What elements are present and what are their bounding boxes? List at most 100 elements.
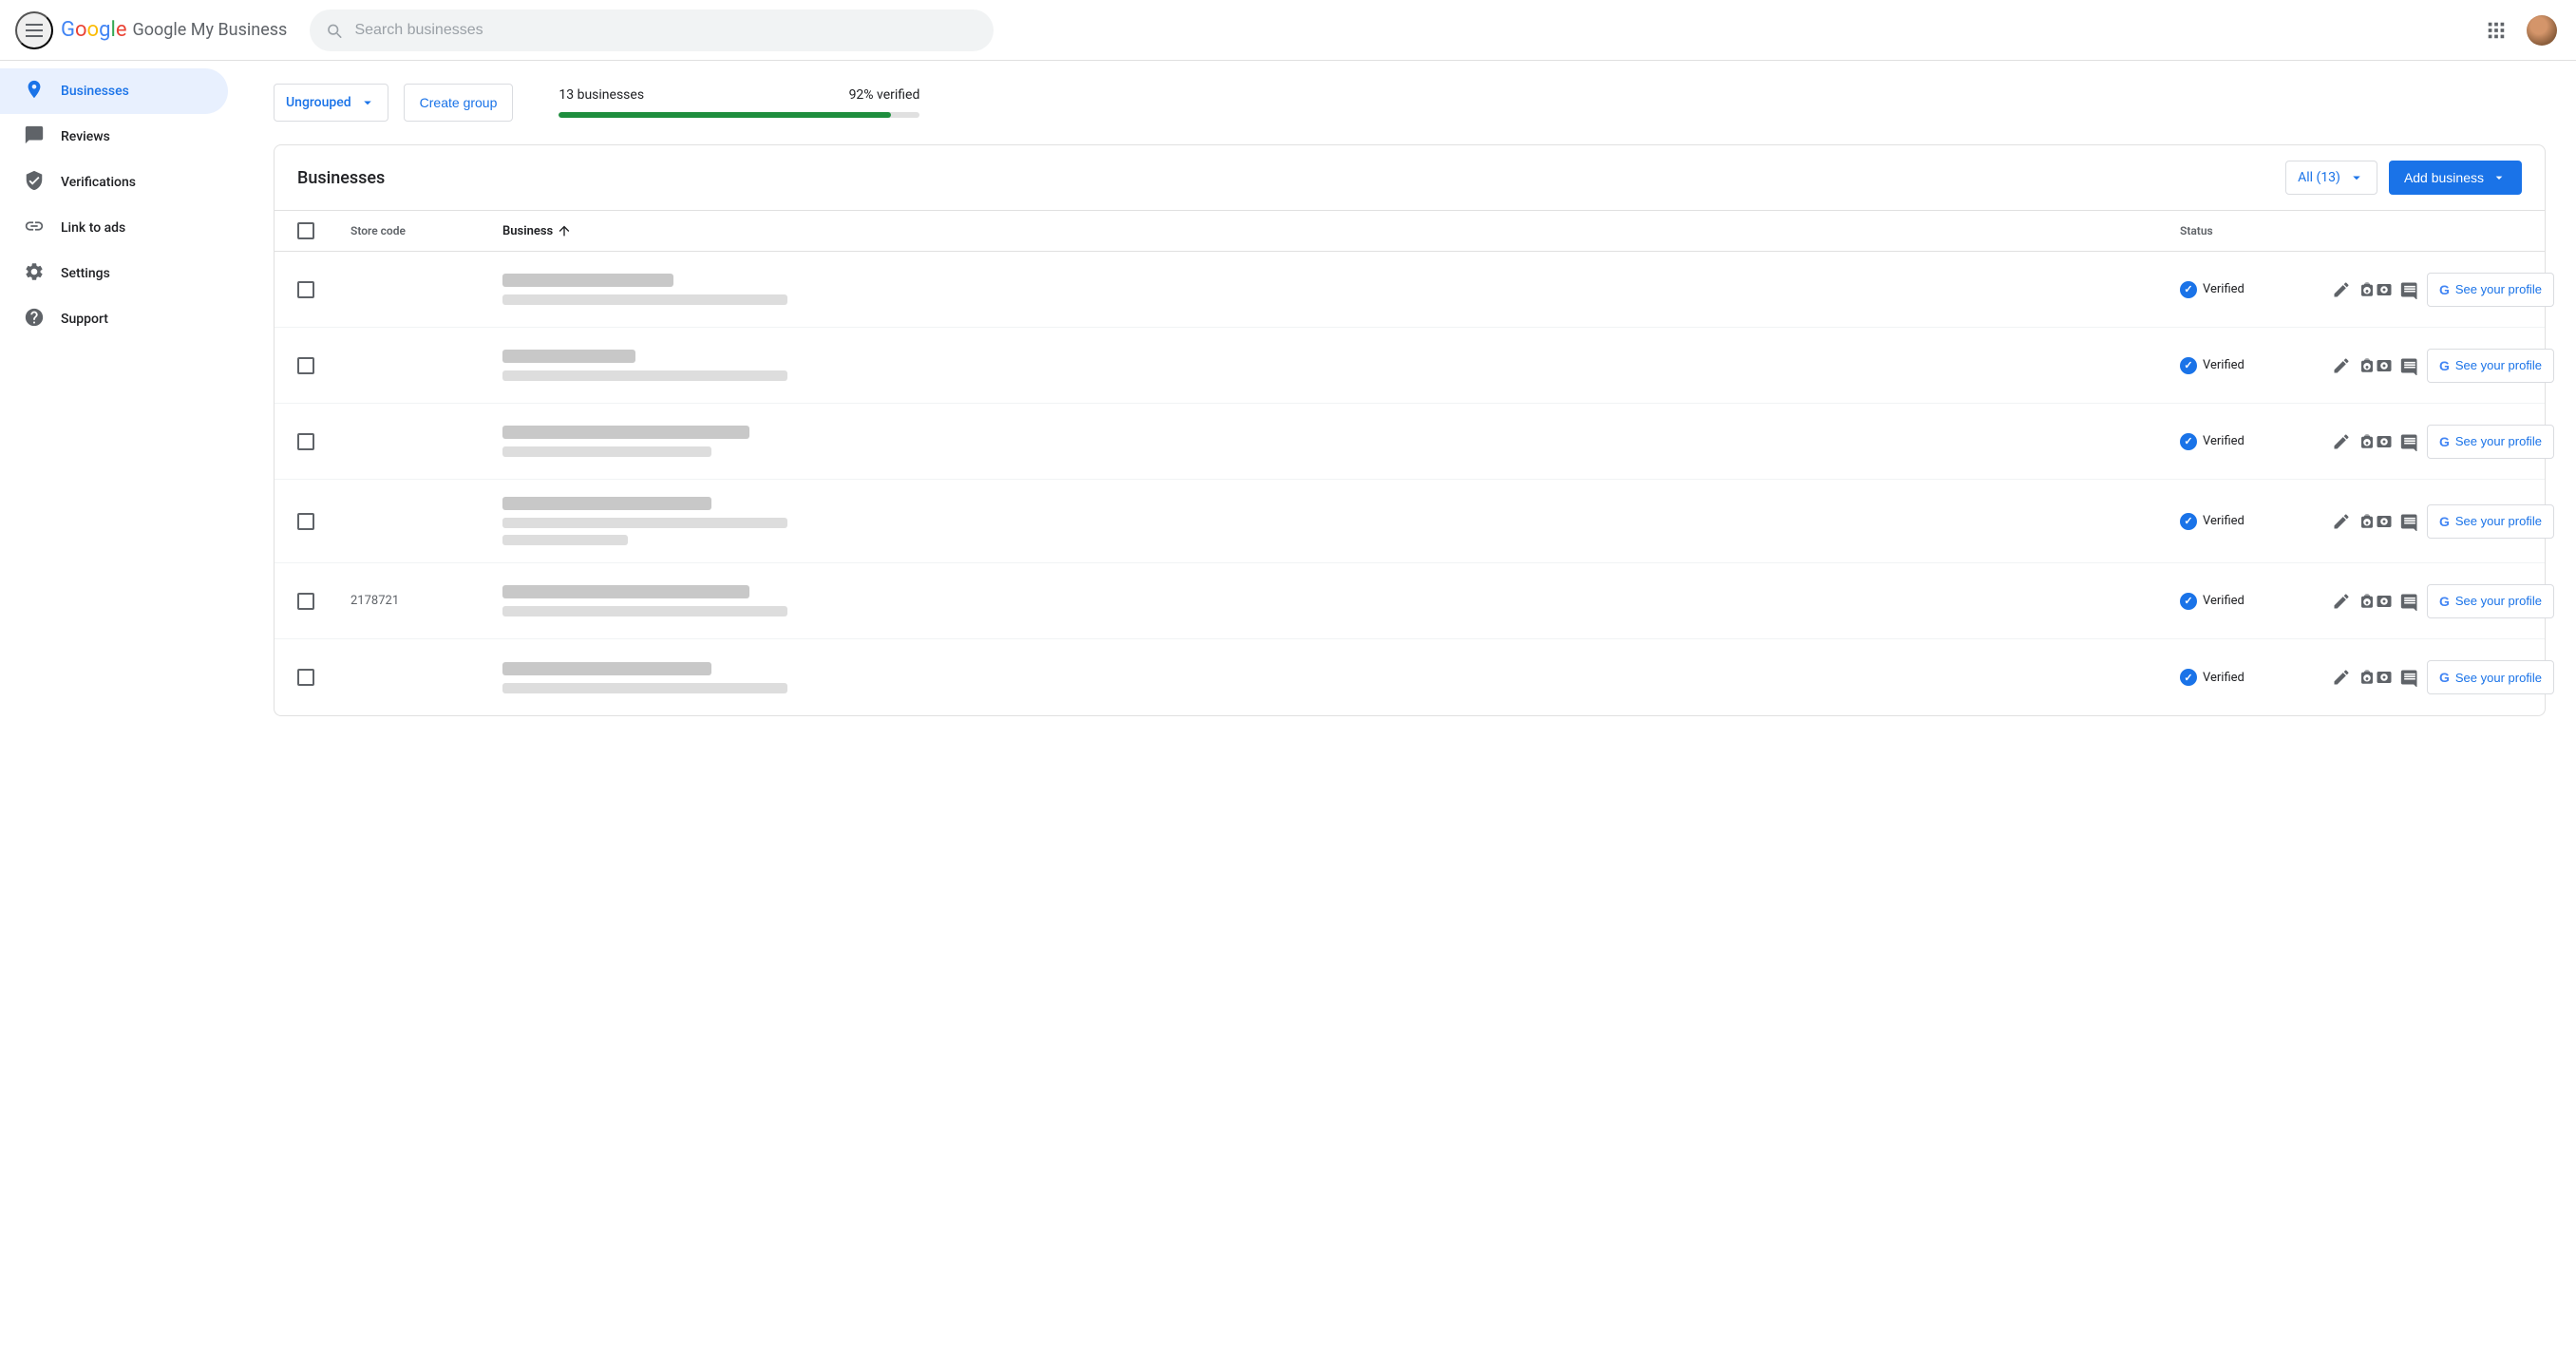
- photo-button-3[interactable]: [2358, 425, 2393, 459]
- header-right: [2477, 11, 2561, 49]
- status-label-4: Verified: [2203, 514, 2245, 528]
- row-checkbox-5[interactable]: [297, 593, 314, 610]
- post-button-4[interactable]: [2400, 504, 2419, 539]
- sidebar-item-link-to-ads[interactable]: Link to ads: [0, 205, 228, 251]
- business-addr-line1-1: [502, 294, 787, 305]
- row-checkbox-cell: [297, 513, 350, 530]
- business-addr-line2-4: [502, 535, 628, 545]
- see-profile-button-1[interactable]: G See your profile: [2427, 273, 2554, 307]
- actions-cell-2: G See your profile: [2332, 349, 2522, 383]
- post-button-6[interactable]: [2400, 660, 2419, 694]
- apps-button[interactable]: [2477, 11, 2515, 49]
- table-row: ✓ Verified G See your profile: [275, 252, 2545, 328]
- photo-button-2[interactable]: [2358, 349, 2393, 383]
- business-header[interactable]: Business: [502, 223, 2180, 238]
- ungrouped-label: Ungrouped: [286, 95, 351, 110]
- chevron-down-icon-add: [2491, 170, 2507, 185]
- business-addr-line1-4: [502, 518, 787, 528]
- see-profile-button-3[interactable]: G See your profile: [2427, 425, 2554, 459]
- see-profile-button-5[interactable]: G See your profile: [2427, 584, 2554, 618]
- google-g-icon-3: G: [2439, 434, 2450, 449]
- post-button-3[interactable]: [2400, 425, 2419, 459]
- search-input[interactable]: [354, 22, 978, 39]
- create-group-button[interactable]: Create group: [404, 84, 514, 122]
- row-checkbox-4[interactable]: [297, 513, 314, 530]
- business-name-1: [502, 274, 673, 287]
- select-all-checkbox[interactable]: [297, 222, 314, 239]
- status-cell-3: ✓ Verified: [2180, 433, 2332, 450]
- sidebar-item-label-link-to-ads: Link to ads: [61, 220, 125, 236]
- status-cell-4: ✓ Verified: [2180, 513, 2332, 530]
- link-icon: [23, 216, 46, 241]
- sidebar: Businesses Reviews Verifications Link to…: [0, 61, 243, 1347]
- menu-button[interactable]: [15, 11, 53, 49]
- status-cell-5: ✓ Verified: [2180, 593, 2332, 610]
- store-code-cell-5: 2178721: [350, 594, 502, 608]
- table-row: ✓ Verified G See your profile: [275, 404, 2545, 480]
- businesses-card: Businesses All (13) Add business Store c…: [274, 144, 2546, 716]
- business-rows-container: ✓ Verified G See your profile: [275, 252, 2545, 715]
- sort-up-icon: [557, 223, 572, 238]
- post-button-5[interactable]: [2400, 584, 2419, 618]
- photo-button-5[interactable]: [2358, 584, 2393, 618]
- table-row: ✓ Verified G See your profile: [275, 480, 2545, 563]
- sidebar-item-support[interactable]: Support: [0, 296, 228, 342]
- main-content: Ungrouped Create group 13 businesses 92%…: [243, 61, 2576, 739]
- edit-button-2[interactable]: [2332, 349, 2351, 383]
- add-business-label: Add business: [2404, 170, 2484, 185]
- add-business-button[interactable]: Add business: [2389, 161, 2522, 195]
- progress-labels: 13 businesses 92% verified: [559, 87, 919, 103]
- table-header: Store code Business Status: [275, 211, 2545, 252]
- row-checkbox-2[interactable]: [297, 357, 314, 374]
- row-checkbox-6[interactable]: [297, 669, 314, 686]
- businesses-title: Businesses: [297, 168, 2285, 188]
- select-all-cell: [297, 222, 350, 239]
- sidebar-item-settings[interactable]: Settings: [0, 251, 228, 296]
- filter-row: Ungrouped Create group 13 businesses 92%…: [274, 84, 2546, 122]
- filter-chevron-icon: [2348, 169, 2365, 186]
- row-checkbox-3[interactable]: [297, 433, 314, 450]
- sidebar-item-businesses[interactable]: Businesses: [0, 68, 228, 114]
- photo-button-4[interactable]: [2358, 504, 2393, 539]
- see-profile-button-2[interactable]: G See your profile: [2427, 349, 2554, 383]
- ungrouped-dropdown[interactable]: Ungrouped: [274, 84, 388, 122]
- verified-icon-5: ✓: [2180, 593, 2197, 610]
- businesses-count: 13 businesses: [559, 87, 644, 103]
- actions-cell-3: G See your profile: [2332, 425, 2522, 459]
- row-checkbox-cell: [297, 669, 350, 686]
- photo-button-6[interactable]: [2358, 660, 2393, 694]
- business-name-cell-2: [502, 348, 2180, 383]
- edit-button-5[interactable]: [2332, 584, 2351, 618]
- post-button-1[interactable]: [2400, 273, 2419, 307]
- see-profile-button-6[interactable]: G See your profile: [2427, 660, 2554, 694]
- edit-button-1[interactable]: [2332, 273, 2351, 307]
- logo-text: Google My Business: [132, 20, 287, 40]
- row-checkbox-1[interactable]: [297, 281, 314, 298]
- actions-cell-6: G See your profile: [2332, 660, 2522, 694]
- actions-cell-4: G See your profile: [2332, 504, 2522, 539]
- edit-button-4[interactable]: [2332, 504, 2351, 539]
- business-addr-line1-6: [502, 683, 787, 693]
- all-filter-dropdown[interactable]: All (13): [2285, 161, 2377, 195]
- see-profile-button-4[interactable]: G See your profile: [2427, 504, 2554, 539]
- verified-icon-6: ✓: [2180, 669, 2197, 686]
- all-filter-label: All (13): [2298, 170, 2340, 185]
- table-row: ✓ Verified G See your profile: [275, 639, 2545, 715]
- status-cell-1: ✓ Verified: [2180, 281, 2332, 298]
- table-row: 2178721 ✓ Verified G: [275, 563, 2545, 639]
- row-checkbox-cell: [297, 433, 350, 450]
- business-name-6: [502, 662, 711, 675]
- status-cell-2: ✓ Verified: [2180, 357, 2332, 374]
- edit-button-6[interactable]: [2332, 660, 2351, 694]
- sidebar-item-verifications[interactable]: Verifications: [0, 160, 228, 205]
- avatar-button[interactable]: [2523, 11, 2561, 49]
- business-name-2: [502, 350, 635, 363]
- edit-button-3[interactable]: [2332, 425, 2351, 459]
- see-profile-label-1: See your profile: [2455, 282, 2542, 296]
- photo-button-1[interactable]: [2358, 273, 2393, 307]
- post-button-2[interactable]: [2400, 349, 2419, 383]
- sidebar-item-reviews[interactable]: Reviews: [0, 114, 228, 160]
- logo[interactable]: Google Google My Business: [61, 18, 287, 42]
- status-label-6: Verified: [2203, 671, 2245, 685]
- google-g-icon-2: G: [2439, 358, 2450, 373]
